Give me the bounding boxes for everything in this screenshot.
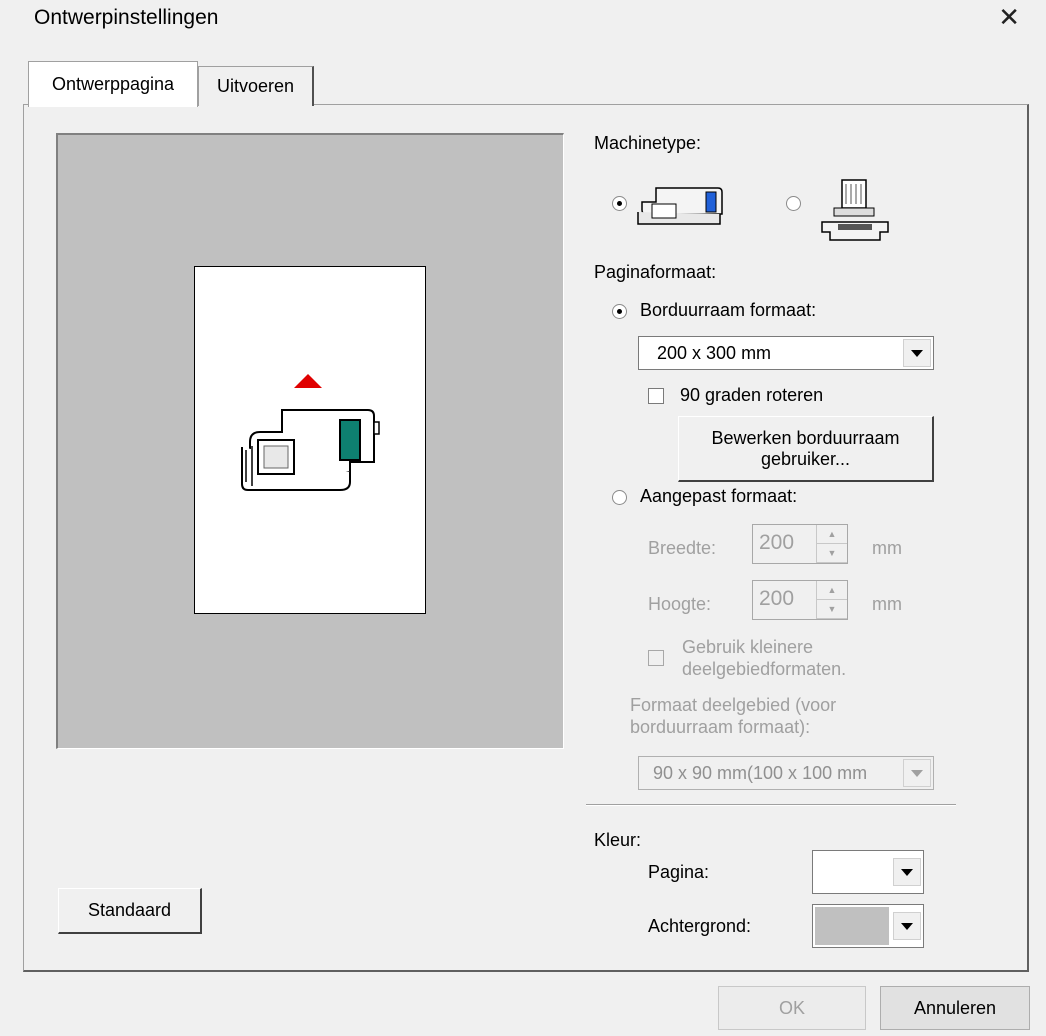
sewing-machine-preview-icon — [241, 409, 380, 491]
height-spinner[interactable]: 200 ▲ ▼ — [752, 580, 848, 620]
color-label: Kleur: — [594, 830, 642, 850]
spin-up-icon[interactable]: ▲ — [817, 581, 847, 600]
width-label: Breedte: — [648, 538, 717, 558]
section-size-value: 90 x 90 mm(100 x 100 mm — [653, 763, 868, 783]
hoop-size-select[interactable]: 200 x 300 mm — [638, 336, 934, 370]
tab-ontwerppagina[interactable]: Ontwerppagina — [28, 61, 198, 107]
machine-type-radio-multi[interactable] — [786, 196, 801, 211]
spin-down-icon[interactable]: ▼ — [817, 600, 847, 619]
small-sections-label: Gebruik kleinere deelgebiedformaten. — [682, 637, 847, 679]
section-size-label: Formaat deelgebied (voor borduurraam for… — [630, 695, 837, 737]
height-label: Hoogte: — [648, 594, 712, 614]
multi-needle-machine-icon — [821, 179, 889, 241]
edit-hoop-button[interactable]: Bewerken borduurraam gebruiker... — [678, 416, 934, 482]
height-unit: mm — [872, 594, 902, 614]
page-color-select[interactable] — [812, 850, 924, 894]
width-value: 200 — [759, 531, 795, 554]
orientation-arrow-icon — [294, 374, 322, 388]
section-size-select[interactable]: 90 x 90 mm(100 x 100 mm — [638, 756, 934, 790]
chevron-down-icon[interactable] — [903, 759, 931, 787]
width-unit: mm — [872, 538, 902, 558]
chevron-down-icon[interactable] — [893, 858, 921, 886]
page-color-swatch — [815, 853, 889, 891]
default-button[interactable]: Standaard — [58, 888, 202, 934]
background-color-label: Achtergrond: — [648, 916, 752, 936]
divider — [586, 804, 956, 806]
machine-type-radio-sewing[interactable] — [612, 196, 627, 211]
embroidery-machine-icon — [637, 187, 723, 225]
machine-type-label: Machinetype: — [594, 133, 702, 153]
tab-uitvoeren[interactable]: Uitvoeren — [198, 66, 314, 106]
close-icon[interactable]: ✕ — [998, 4, 1020, 30]
background-color-select[interactable] — [812, 904, 924, 948]
window-title: Ontwerpinstellingen — [34, 6, 219, 29]
rotate-checkbox[interactable] — [648, 388, 664, 404]
cancel-button[interactable]: Annuleren — [880, 986, 1030, 1030]
chevron-down-icon[interactable] — [893, 912, 921, 940]
custom-size-radio[interactable] — [612, 490, 627, 505]
chevron-down-icon[interactable] — [903, 339, 931, 367]
width-spinner[interactable]: 200 ▲ ▼ — [752, 524, 848, 564]
page-size-label: Paginaformaat: — [594, 262, 717, 282]
height-value: 200 — [759, 587, 795, 610]
spin-up-icon[interactable]: ▲ — [817, 525, 847, 544]
small-sections-checkbox[interactable] — [648, 650, 664, 666]
spin-down-icon[interactable]: ▼ — [817, 544, 847, 563]
background-color-swatch — [815, 907, 889, 945]
rotate-checkbox-label: 90 graden roteren — [680, 385, 824, 405]
hoop-size-radio-label: Borduurraam formaat: — [640, 300, 817, 320]
hoop-size-radio[interactable] — [612, 304, 627, 319]
page-color-label: Pagina: — [648, 862, 710, 882]
hoop-size-value: 200 x 300 mm — [657, 343, 772, 363]
ok-button[interactable]: OK — [718, 986, 866, 1030]
custom-size-radio-label: Aangepast formaat: — [640, 486, 798, 506]
